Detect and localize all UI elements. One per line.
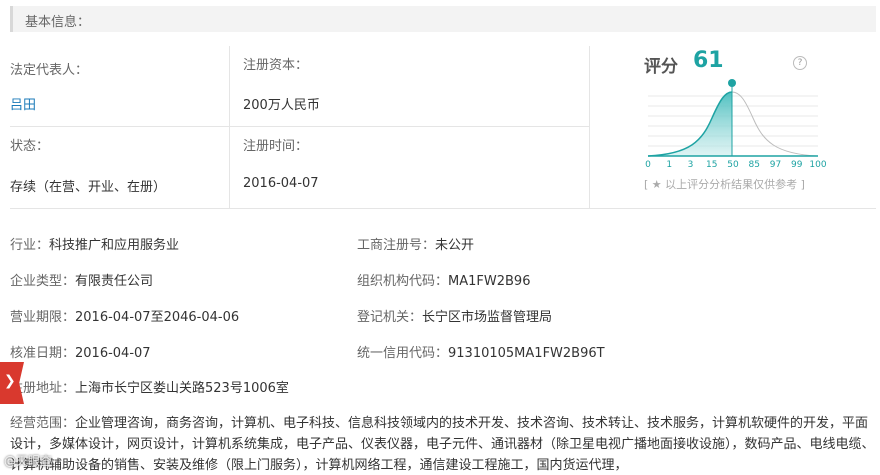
legal-rep-label: 法定代表人： [10, 63, 89, 78]
score-tick-label: 50 [727, 160, 739, 170]
biz-reg-value: 未公开 [435, 238, 475, 253]
capital-label: 注册资本： [243, 58, 309, 73]
score-tick-label: 97 [770, 160, 781, 170]
industry-value: 科技推广和应用服务业 [49, 238, 180, 253]
reg-time-label: 注册时间： [243, 139, 309, 154]
term-label: 营业期限： [10, 310, 76, 325]
company-type-value: 有限责任公司 [75, 274, 154, 289]
divider [229, 46, 230, 208]
industry-label: 行业： [10, 238, 50, 253]
score-note: [ ★ 以上评分分析结果仅供参考 ] [644, 178, 805, 191]
section-header: 基本信息： [10, 6, 876, 32]
divider [10, 208, 876, 209]
approval-row: 核准日期：2016-04-07 [10, 342, 151, 361]
approval-value: 2016-04-07 [75, 346, 151, 361]
credit-label: 统一信用代码： [357, 346, 449, 361]
approval-label: 核准日期： [10, 346, 76, 361]
org-code-value: MA1FW2B96 [448, 274, 531, 289]
score-marker-icon [728, 79, 736, 87]
authority-value: 长宁区市场监督管理局 [422, 310, 553, 325]
basic-info-box: 法定代表人： 吕田 注册资本： 200万人民币 状态： 存续（在营、开业、在册）… [10, 46, 590, 208]
score-tick-label: 1 [666, 160, 672, 170]
authority-label: 登记机关： [357, 310, 423, 325]
score-panel: 评分 61 ? 0 1 3 15 50 85 97 99 100 [ ★ 以上评分分析结果仅供参… [590, 46, 876, 208]
score-tick-label: 3 [688, 160, 694, 170]
scope-label: 经营范围： [10, 416, 76, 431]
address-value: 上海市长宁区娄山关路523号1006室 [75, 381, 289, 396]
scope-value: 企业管理咨询，商务咨询，计算机、电子科技、信息科技领域内的技术开发、技术咨询、技… [10, 416, 875, 473]
company-type-label: 企业类型： [10, 274, 76, 289]
industry-row: 行业：科技推广和应用服务业 [10, 234, 179, 253]
term-row: 营业期限：2016-04-07至2046-04-06 [10, 306, 239, 325]
reg-time-value: 2016-04-07 [243, 176, 319, 191]
score-tick-label: 100 [809, 160, 826, 170]
section-title: 基本信息： [25, 15, 91, 30]
score-tick-label: 15 [706, 160, 717, 170]
status-label: 状态： [10, 139, 50, 154]
biz-reg-row: 工商注册号：未公开 [357, 234, 474, 253]
business-scope: 经营范围：企业管理咨询，商务咨询，计算机、电子科技、信息科技领域内的技术开发、技… [10, 413, 876, 475]
watermark: @天眼查 [4, 454, 53, 468]
legal-rep-link[interactable]: 吕田 [10, 94, 36, 113]
address-row: 注册地址：上海市长宁区娄山关路523号1006室 [10, 377, 289, 396]
score-tick-label: 99 [791, 160, 803, 170]
score-tick-label: 85 [749, 160, 760, 170]
chevron-right-icon: ❯ [4, 373, 16, 389]
status-value: 存续（在营、开业、在册） [10, 180, 167, 195]
credit-value: 91310105MA1FW2B96T [448, 346, 605, 361]
term-value: 2016-04-07至2046-04-06 [75, 310, 240, 325]
org-code-label: 组织机构代码： [357, 274, 449, 289]
score-tick-label: 0 [645, 160, 651, 170]
authority-row: 登记机关：长宁区市场监督管理局 [357, 306, 552, 325]
org-code-row: 组织机构代码：MA1FW2B96 [357, 270, 530, 289]
credit-row: 统一信用代码：91310105MA1FW2B96T [357, 342, 605, 361]
capital-value: 200万人民币 [243, 98, 320, 113]
score-distribution-chart: 0 1 3 15 50 85 97 99 100 [645, 79, 827, 170]
divider [10, 126, 590, 127]
company-type-row: 企业类型：有限责任公司 [10, 270, 153, 289]
biz-reg-label: 工商注册号： [357, 238, 436, 253]
